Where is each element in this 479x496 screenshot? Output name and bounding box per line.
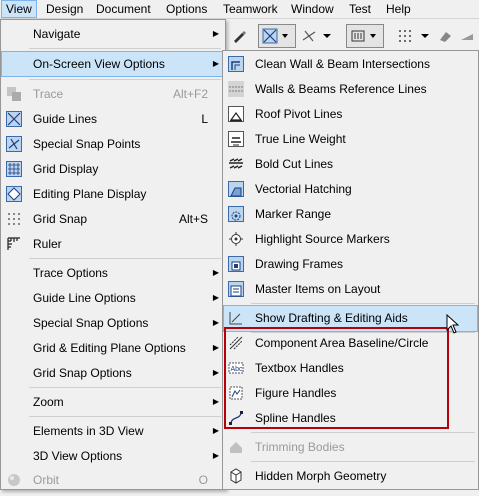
menu-item-orbit[interactable]: Orbit O xyxy=(2,468,224,492)
chevron-right-icon: ▶ xyxy=(212,368,219,377)
drafting-aids-icon xyxy=(228,310,244,326)
mouse-cursor-icon xyxy=(446,313,460,337)
snap-points-icon[interactable] xyxy=(298,24,320,48)
menu-item-navigate[interactable]: Navigate ▶ xyxy=(2,22,224,46)
chevron-right-icon: ▶ xyxy=(212,343,219,352)
menu-item-roof-pivot-lines[interactable]: Roof Pivot Lines xyxy=(224,102,477,127)
bold-cut-icon xyxy=(228,156,244,172)
roof-pivot-icon xyxy=(228,106,244,122)
grid-icon xyxy=(6,161,22,177)
menu-item-true-line-weight[interactable]: True Line Weight xyxy=(224,127,477,152)
guide-lines-toolbar-button[interactable] xyxy=(258,24,296,48)
tool-icon[interactable] xyxy=(456,24,478,48)
menu-item-grid-editing-plane-options[interactable]: Grid & Editing Plane Options ▶ xyxy=(2,336,224,360)
menu-item-special-snap-options[interactable]: Special Snap Options ▶ xyxy=(2,311,224,335)
menu-item-master-items-on-layout[interactable]: Master Items on Layout xyxy=(224,277,477,302)
chevron-right-icon: ▶ xyxy=(212,397,219,406)
grid-snap-icon xyxy=(6,211,22,227)
menu-item-vectorial-hatching[interactable]: Vectorial Hatching xyxy=(224,177,477,202)
separator xyxy=(29,258,221,259)
chevron-right-icon: ▶ xyxy=(212,29,219,38)
menu-item-elements-in-3d-view[interactable]: Elements in 3D View ▶ xyxy=(2,419,224,443)
menu-document[interactable]: Document xyxy=(92,1,155,17)
menu-item-trace-options[interactable]: Trace Options ▶ xyxy=(2,261,224,285)
menu-item-grid-display[interactable]: Grid Display xyxy=(2,157,224,181)
grid-toolbar-button[interactable] xyxy=(346,24,384,48)
morph-geometry-icon xyxy=(228,468,244,484)
separator xyxy=(251,461,475,462)
drawing-frames-icon xyxy=(228,256,244,272)
separator xyxy=(251,303,475,304)
menu-item-3d-view-options[interactable]: 3D View Options ▶ xyxy=(2,444,224,468)
orbit-icon xyxy=(6,472,22,488)
menu-item-trimming-bodies[interactable]: Trimming Bodies xyxy=(224,435,477,460)
menu-item-marker-range[interactable]: Marker Range xyxy=(224,202,477,227)
menu-item-grid-snap[interactable]: Grid Snap Alt+S xyxy=(2,207,224,231)
chevron-right-icon: ▶ xyxy=(212,451,219,460)
menu-item-guide-line-options[interactable]: Guide Line Options ▶ xyxy=(2,286,224,310)
menu-help[interactable]: Help xyxy=(382,1,415,17)
reference-lines-icon xyxy=(228,81,244,97)
trace-icon xyxy=(6,86,22,102)
guide-lines-icon xyxy=(6,111,22,127)
ruler-icon xyxy=(6,236,22,252)
menu-item-trace[interactable]: Trace Alt+F2 xyxy=(2,82,224,106)
menu-item-editing-plane-display[interactable]: Editing Plane Display xyxy=(2,182,224,206)
eraser-icon[interactable] xyxy=(434,24,456,48)
menu-item-guide-lines[interactable]: Guide Lines L xyxy=(2,107,224,131)
separator xyxy=(29,416,221,417)
marker-range-icon xyxy=(228,206,244,222)
separator xyxy=(29,79,221,80)
menu-options[interactable]: Options xyxy=(162,1,211,17)
separator xyxy=(29,387,221,388)
master-items-icon xyxy=(228,281,244,297)
menu-item-drawing-frames[interactable]: Drawing Frames xyxy=(224,252,477,277)
chevron-right-icon: ▶ xyxy=(212,293,219,302)
chevron-right-icon: ▶ xyxy=(212,318,219,327)
menu-item-bold-cut-lines[interactable]: Bold Cut Lines xyxy=(224,152,477,177)
menu-item-clean-wall-beam[interactable]: Clean Wall & Beam Intersections xyxy=(224,52,477,77)
clean-wall-icon xyxy=(228,56,244,72)
menu-item-ruler[interactable]: Ruler xyxy=(2,232,224,256)
special-snap-icon xyxy=(6,136,22,152)
menu-window[interactable]: Window xyxy=(287,1,338,17)
menu-design[interactable]: Design xyxy=(42,1,87,17)
separator xyxy=(29,48,221,49)
menu-item-onscreen-view-options[interactable]: On-Screen View Options ▶ xyxy=(1,51,225,77)
menu-view[interactable]: View xyxy=(1,0,37,18)
chevron-down-icon[interactable] xyxy=(418,24,432,48)
menu-test[interactable]: Test xyxy=(345,1,375,17)
view-menu: Navigate ▶ On-Screen View Options ▶ Trac… xyxy=(0,19,226,490)
menu-item-highlight-source-markers[interactable]: Highlight Source Markers xyxy=(224,227,477,252)
highlight-markers-icon xyxy=(228,231,244,247)
editing-plane-icon xyxy=(6,186,22,202)
menu-teamwork[interactable]: Teamwork xyxy=(219,1,282,17)
highlight-frame xyxy=(224,327,449,429)
trimming-bodies-icon xyxy=(228,439,244,455)
line-weight-icon xyxy=(228,131,244,147)
menu-item-walls-beams-reference-lines[interactable]: Walls & Beams Reference Lines xyxy=(224,77,477,102)
separator xyxy=(251,432,475,433)
pen-icon[interactable] xyxy=(228,24,250,48)
chevron-right-icon: ▶ xyxy=(212,426,219,435)
chevron-right-icon: ▶ xyxy=(212,59,219,68)
grid-snap-icon[interactable] xyxy=(394,24,416,48)
chevron-right-icon: ▶ xyxy=(212,268,219,277)
menubar: View Design Document Options Teamwork Wi… xyxy=(0,0,479,19)
chevron-down-icon[interactable] xyxy=(320,24,334,48)
menu-item-grid-snap-options[interactable]: Grid Snap Options ▶ xyxy=(2,361,224,385)
menu-item-zoom[interactable]: Zoom ▶ xyxy=(2,390,224,414)
toolbar xyxy=(222,20,479,50)
hatching-icon xyxy=(228,181,244,197)
menu-item-hidden-morph-geometry[interactable]: Hidden Morph Geometry xyxy=(224,464,477,489)
menu-item-special-snap-points[interactable]: Special Snap Points xyxy=(2,132,224,156)
